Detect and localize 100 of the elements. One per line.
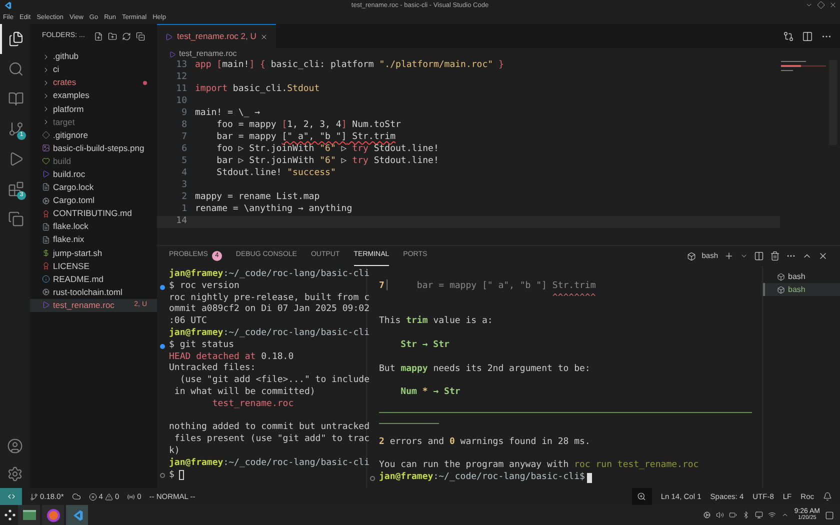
files-app-icon bbox=[22, 510, 36, 520]
terminal-line: roc nightly pre-release, built from c bbox=[169, 292, 370, 304]
copy-icon bbox=[8, 211, 24, 227]
terminal-line: in what will be committed) bbox=[173, 386, 316, 399]
collapse-icon bbox=[136, 32, 145, 40]
file-tree-item[interactable]: crates bbox=[30, 76, 157, 90]
terminal-line: 7│ bar = mappy [" a", "b "] Str.trim bbox=[379, 281, 596, 293]
show-desktop-icon bbox=[825, 510, 834, 520]
heart-icon bbox=[42, 157, 50, 166]
line-number: 7 bbox=[180, 131, 188, 144]
chevron-down-icon bbox=[740, 252, 748, 260]
account-icon bbox=[7, 438, 23, 454]
terminal-line: 2 errors and 0 warnings found in 28 ms. bbox=[379, 436, 590, 448]
code-line: main! = \_ → bbox=[195, 107, 260, 120]
file-tree-item[interactable]: examples bbox=[30, 89, 157, 102]
divider-line bbox=[379, 422, 439, 424]
terminal-line: jan@framey:~/_code/roc-lang/basic-cli bbox=[169, 458, 370, 470]
code-line: foo ▷ Str.joinWith "6" ▷ try Stdout.line! bbox=[216, 143, 439, 156]
bluetooth-icon bbox=[742, 511, 750, 519]
terminal-line: You can run the program anyway with roc run test_rename.roc bbox=[379, 460, 699, 472]
file-tree-item[interactable]: Cargo.lock bbox=[30, 180, 157, 194]
file-tree-item[interactable]: platform bbox=[30, 102, 157, 116]
line-number: 3 bbox=[180, 179, 188, 192]
terminal-line: jan@framey:~/_code/roc-lang/basic-cli$ bbox=[379, 472, 585, 484]
monitor-icon bbox=[755, 511, 764, 519]
file-tree-item[interactable]: build bbox=[30, 154, 157, 168]
terminal-line: But mappy needs its 2nd argument to be: bbox=[379, 364, 590, 376]
editor-tab[interactable]: test_rename.roc 2, U bbox=[157, 24, 276, 48]
line-number: 14 bbox=[175, 215, 188, 228]
error-icon bbox=[88, 492, 97, 500]
diamond-icon bbox=[42, 131, 50, 140]
app-logo-icon bbox=[3, 1, 12, 10]
taskbar-app[interactable] bbox=[42, 505, 64, 525]
terminal-line: This trim value is a: bbox=[379, 316, 493, 328]
breadcrumb[interactable]: test_rename.roc bbox=[179, 48, 237, 60]
file-icon bbox=[42, 222, 50, 231]
line-number: 8 bbox=[180, 119, 188, 132]
refresh-icon bbox=[122, 32, 131, 40]
line-number: 2 bbox=[180, 191, 188, 204]
file-tree-item[interactable]: .gitignore bbox=[30, 128, 157, 142]
chevron-down-icon bbox=[805, 1, 813, 9]
ribbon-icon bbox=[42, 262, 50, 270]
gear-icon bbox=[42, 196, 50, 205]
line-number: 10 bbox=[175, 95, 188, 108]
start-icon[interactable] bbox=[4, 509, 16, 521]
line-number: 4 bbox=[180, 167, 188, 180]
file-tree-item[interactable]: flake.lock bbox=[30, 220, 157, 234]
play-icon bbox=[8, 151, 24, 167]
zoom-button[interactable] bbox=[632, 488, 652, 505]
terminal-line: nothing added to commit but untracked bbox=[169, 422, 370, 434]
taskbar-app[interactable] bbox=[18, 505, 40, 525]
file-tree-item[interactable]: jump-start.sh bbox=[30, 246, 157, 260]
terminal-line: ommit a089cf2 on Di 07 Jan 2025 09:02 bbox=[169, 304, 370, 316]
file-tree-item[interactable]: LICENSE bbox=[30, 260, 157, 273]
files-icon bbox=[8, 31, 24, 47]
remote-icon bbox=[6, 492, 16, 501]
diamond-icon bbox=[817, 1, 825, 9]
close-icon bbox=[818, 251, 828, 261]
code-line: bar ▷ Str.joinWith "6" ▷ try Stdout.line! bbox=[216, 155, 439, 168]
battery-icon bbox=[729, 511, 738, 519]
file-tree-item[interactable]: Cargo.toml bbox=[30, 194, 157, 208]
terminal-list-item[interactable]: bash bbox=[763, 270, 840, 283]
code-line: app [main!] { basic_cli: platform "./platform/main.roc" } bbox=[195, 59, 504, 72]
close-icon bbox=[260, 32, 268, 40]
terminal-line: ^^^^^^^^ bbox=[551, 292, 596, 305]
terminal-list-item[interactable]: bash bbox=[763, 283, 840, 296]
search-icon bbox=[8, 61, 24, 77]
file-tree-item[interactable]: rust-toolchain.toml bbox=[30, 286, 157, 299]
file-tree-item[interactable]: flake.nix bbox=[30, 233, 157, 246]
code-line: foo = mappy [1, 2, 3, 4] Num.toStr bbox=[216, 119, 401, 132]
file-tree-item[interactable]: build.roc bbox=[30, 168, 157, 181]
file-tree-item[interactable]: basic-cli-build-steps.png bbox=[30, 142, 157, 155]
book-icon bbox=[8, 91, 24, 107]
gear-icon bbox=[703, 511, 712, 519]
terminal-line: Untracked files: bbox=[169, 363, 256, 375]
file-tree-item[interactable]: ci bbox=[30, 63, 157, 76]
image-icon bbox=[42, 144, 50, 152]
volume-icon bbox=[716, 511, 724, 519]
dollar-icon bbox=[42, 248, 50, 257]
file-tree-item[interactable]: .github bbox=[30, 50, 157, 64]
file-tree-item[interactable]: target bbox=[30, 115, 157, 129]
terminal-line: jan@framey:~/_code/roc-lang/basic-cli bbox=[169, 328, 370, 340]
taskbar-app[interactable] bbox=[66, 505, 88, 525]
terminal-line: (use "git add <file>..." to include bbox=[178, 375, 370, 387]
code-line: import basic_cli.Stdout bbox=[195, 83, 320, 96]
terminal-line: Num * → Str bbox=[400, 387, 460, 399]
terminal-line: jan@framey:~/_code/roc-lang/basic-cli bbox=[169, 269, 370, 281]
bell-icon bbox=[823, 492, 832, 501]
add-icon bbox=[724, 251, 734, 261]
file-tree-item[interactable]: README.md bbox=[30, 272, 157, 286]
wifi-icon bbox=[768, 511, 776, 519]
file-tree-item[interactable]: CONTRIBUTING.md bbox=[30, 207, 157, 220]
gear-icon bbox=[42, 288, 50, 296]
close-icon bbox=[829, 1, 837, 9]
terminal-line: files present (use "git add" to trac bbox=[173, 434, 370, 446]
terminal-line: $ git status bbox=[169, 340, 234, 352]
terminal-line: test_rename.roc bbox=[211, 398, 294, 411]
new-file-icon bbox=[94, 32, 103, 40]
zoom-icon bbox=[637, 492, 646, 501]
terminal-line: k) bbox=[169, 446, 180, 458]
